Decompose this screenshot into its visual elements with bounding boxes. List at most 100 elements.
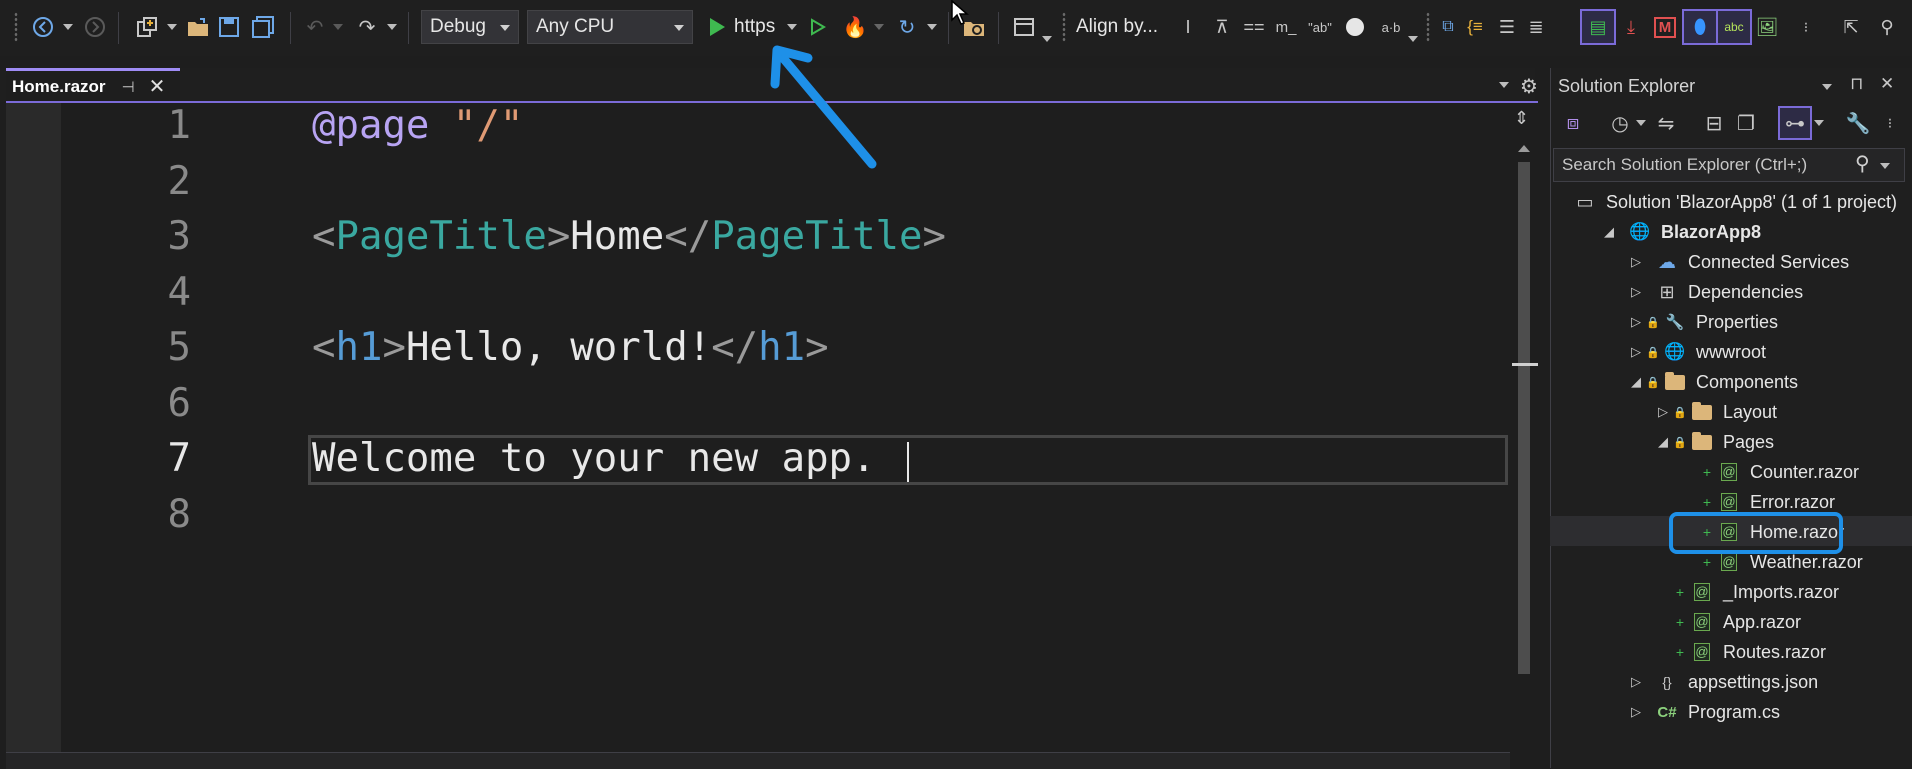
platform-dropdown[interactable]: Any CPU	[527, 10, 693, 44]
tree-item-wwwroot[interactable]: ▷ 🔒 🌐 wwwroot	[1626, 337, 1766, 367]
open-folder-icon[interactable]	[182, 10, 214, 44]
switch-views-icon[interactable]: ⊶	[1778, 106, 1812, 140]
download-icon[interactable]: ⤓	[1616, 10, 1646, 44]
split-editor-icon[interactable]: ⇕	[1514, 108, 1529, 129]
hot-reload-dropdown-icon[interactable]	[872, 10, 886, 44]
start-debugging-icon[interactable]	[704, 10, 730, 44]
collapsed-arrow-icon[interactable]: ▷	[1626, 284, 1646, 300]
undo-icon[interactable]: ↶	[300, 10, 330, 44]
start-without-debugging-icon[interactable]	[804, 10, 832, 44]
se-toolbar-overflow-icon[interactable]: ⁝	[1880, 108, 1900, 138]
run-profile-dropdown-icon[interactable]	[784, 10, 800, 44]
code-line[interactable]: Welcome to your new app.	[312, 436, 876, 481]
m-align-icon[interactable]: m_	[1272, 10, 1300, 44]
save-icon[interactable]	[214, 10, 244, 44]
tree-item-components[interactable]: ◢ 🔒 Components	[1626, 367, 1798, 397]
highlight-toggle-icon[interactable]: ▤	[1580, 9, 1616, 45]
tree-item-appsettings-json[interactable]: ▷ {} appsettings.json	[1626, 667, 1818, 697]
tree-item-layout[interactable]: ▷ 🔒 Layout	[1653, 397, 1777, 427]
back-arrow-icon[interactable]	[26, 10, 60, 44]
new-project-icon[interactable]	[130, 10, 164, 44]
expanded-arrow-icon[interactable]: ◢	[1653, 434, 1673, 450]
layout-dropdown-icon[interactable]	[1040, 22, 1054, 56]
collapsed-arrow-icon[interactable]: ▷	[1626, 704, 1646, 720]
text-cursor-icon[interactable]: I	[1176, 10, 1200, 44]
tree-item-solution-blazorapp8-1-of-1-project[interactable]: ▭ Solution 'BlazorApp8' (1 of 1 project)	[1568, 187, 1897, 217]
redo-dropdown-icon[interactable]	[384, 10, 400, 44]
solution-explorer-search-input[interactable]: Search Solution Explorer (Ctrl+;)	[1553, 148, 1905, 182]
code-line[interactable]: <h1>Hello, world!</h1>	[312, 325, 829, 370]
toolbar-grip[interactable]	[14, 12, 18, 42]
code-line[interactable]: @page "/"	[312, 103, 523, 148]
circle-icon[interactable]	[1342, 10, 1368, 44]
m-icon[interactable]: M	[1650, 10, 1680, 44]
save-all-icon[interactable]	[248, 10, 278, 44]
class-icon[interactable]: ⧉	[1436, 10, 1460, 44]
tab-settings-gear-icon[interactable]: ⚙	[1520, 74, 1538, 99]
tree-item-program-cs[interactable]: ▷ C# Program.cs	[1626, 697, 1780, 727]
tree-item-properties[interactable]: ▷ 🔒 🔧 Properties	[1626, 307, 1778, 337]
align-center-icon[interactable]: ⊼	[1208, 10, 1236, 44]
restart-icon[interactable]: ↻	[892, 10, 922, 44]
spell-check-icon[interactable]: abc	[1716, 9, 1752, 45]
collapsed-arrow-icon[interactable]: ▷	[1626, 254, 1646, 270]
forward-arrow-icon[interactable]	[80, 10, 110, 44]
string-align-icon[interactable]: "ab"	[1306, 10, 1334, 44]
tree-item-blazorapp8[interactable]: ◢ 🌐 BlazorApp8	[1599, 217, 1761, 247]
collapse-all-icon[interactable]: ⊟	[1700, 108, 1728, 138]
configuration-dropdown[interactable]: Debug	[421, 10, 519, 44]
tree-item-imports-razor[interactable]: + @ _Imports.razor	[1653, 577, 1839, 607]
scrollbar-thumb[interactable]	[1518, 162, 1530, 674]
search-icon[interactable]: ⚲	[1855, 151, 1870, 176]
toolbar-overflow-icon[interactable]: ⁝	[1796, 10, 1816, 44]
feedback-icon[interactable]: ⚲	[1872, 10, 1902, 44]
collapsed-arrow-icon[interactable]: ▷	[1626, 674, 1646, 690]
location-pin-icon[interactable]: ⬮	[1682, 9, 1718, 45]
views-dropdown-icon[interactable]	[1812, 108, 1826, 138]
tree-item-app-razor[interactable]: + @ App.razor	[1653, 607, 1801, 637]
sync-with-document-icon[interactable]: ⇋	[1652, 108, 1680, 138]
vs-solution-icon[interactable]: ⧈	[1558, 108, 1588, 138]
redo-icon[interactable]: ↷	[352, 10, 382, 44]
close-tab-icon[interactable]: ✕	[149, 74, 166, 99]
align-by-button[interactable]: Align by...	[1076, 10, 1170, 44]
tree-item-counter-razor[interactable]: + @ Counter.razor	[1680, 457, 1859, 487]
panel-pin-icon[interactable]: ⊓	[1850, 74, 1863, 94]
run-profile-label[interactable]: https	[734, 10, 780, 44]
lines-icon[interactable]: ☰	[1492, 10, 1522, 44]
equals-align-icon[interactable]: ==	[1240, 10, 1268, 44]
panel-options-dropdown-icon[interactable]	[1822, 84, 1832, 90]
output-panel-header[interactable]	[6, 752, 1510, 769]
pin-tab-icon[interactable]: ⊣	[122, 78, 135, 96]
undo-dropdown-icon[interactable]	[330, 10, 346, 44]
hot-reload-flame-icon[interactable]: 🔥	[840, 10, 870, 44]
share-icon[interactable]: ⇱	[1836, 10, 1866, 44]
align-left-lines-icon[interactable]: ≣	[1522, 10, 1550, 44]
tree-item-routes-razor[interactable]: + @ Routes.razor	[1653, 637, 1826, 667]
properties-wrench-icon[interactable]: 🔧	[1844, 108, 1872, 138]
tab-overflow-dropdown-icon[interactable]	[1499, 82, 1509, 88]
expanded-arrow-icon[interactable]: ◢	[1626, 374, 1646, 390]
panel-close-icon[interactable]: ✕	[1880, 74, 1894, 94]
tree-item-pages[interactable]: ◢ 🔒 Pages	[1653, 427, 1774, 457]
expanded-arrow-icon[interactable]: ◢	[1599, 224, 1619, 240]
scroll-up-arrow-icon[interactable]	[1518, 145, 1530, 152]
new-dropdown-icon[interactable]	[164, 10, 180, 44]
pending-dropdown-icon[interactable]	[1634, 108, 1648, 138]
braces-icon[interactable]: {≡	[1460, 10, 1490, 44]
ab-swap-icon[interactable]: a·b	[1376, 10, 1406, 44]
collapsed-arrow-icon[interactable]: ▷	[1626, 314, 1646, 330]
code-line[interactable]: <PageTitle>Home</PageTitle>	[312, 214, 946, 259]
back-dropdown-icon[interactable]	[60, 10, 76, 44]
search-options-dropdown-icon[interactable]	[1880, 163, 1890, 169]
collapsed-arrow-icon[interactable]: ▷	[1653, 404, 1673, 420]
layout-window-icon[interactable]	[1008, 10, 1040, 44]
image-icon[interactable]: 🖼	[1752, 10, 1782, 44]
tree-item-connected-services[interactable]: ▷ ☁ Connected Services	[1626, 247, 1849, 277]
ab-dropdown-icon[interactable]	[1406, 22, 1420, 56]
show-all-files-icon[interactable]: ❐	[1732, 108, 1760, 138]
collapsed-arrow-icon[interactable]: ▷	[1626, 344, 1646, 360]
restart-dropdown-icon[interactable]	[924, 10, 940, 44]
tree-item-dependencies[interactable]: ▷ ⊞ Dependencies	[1626, 277, 1803, 307]
pending-changes-icon[interactable]: ◷	[1606, 108, 1634, 138]
